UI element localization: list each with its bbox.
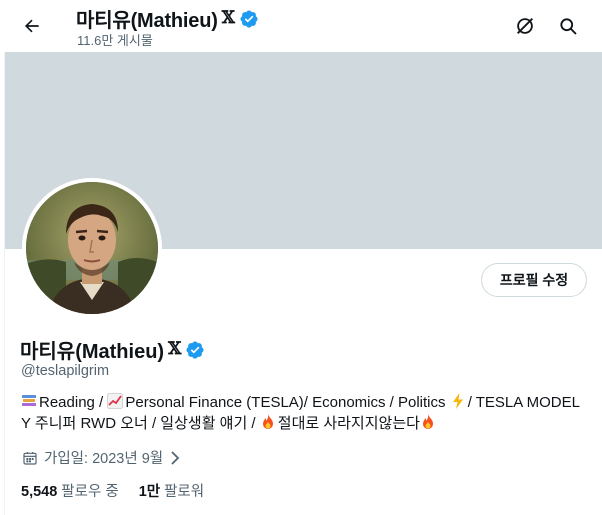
display-name: 마티유(Mathieu) xyxy=(20,341,165,363)
post-count: 11.6만 게시물 xyxy=(77,33,153,48)
books-emoji-icon xyxy=(22,395,36,406)
profile-name-row: 마티유(Mathieu) 𝕏 xyxy=(20,335,205,364)
chart-increasing-emoji-icon xyxy=(107,393,124,409)
joined-date[interactable]: 가입일: 2023년 9월 xyxy=(22,447,181,468)
profile-bio: Reading / Personal Finance (TESLA)/ Econ… xyxy=(21,392,581,434)
joined-label: 가입일: 2023년 9월 xyxy=(44,451,164,467)
x-logo-badge: 𝕏 xyxy=(168,339,182,359)
header-title: 마티유(Mathieu) 𝕏 xyxy=(76,4,259,33)
grok-button[interactable] xyxy=(507,8,543,44)
header-name: 마티유(Mathieu) xyxy=(76,10,218,32)
verified-badge-icon xyxy=(240,9,258,28)
calendar-icon xyxy=(23,451,37,465)
followers-link[interactable]: 1만 팔로워 xyxy=(139,480,204,501)
avatar-portrait-image xyxy=(26,182,158,314)
profile-header: 마티유(Mathieu) 𝕏 11.6만 게시물 xyxy=(0,0,602,52)
bio-part1: Reading / xyxy=(39,394,108,411)
following-label: 팔로우 중 xyxy=(61,484,119,500)
chevron-right-icon xyxy=(171,450,180,465)
search-button[interactable] xyxy=(550,8,586,44)
follow-stats: 5,548 팔로우 중 1만 팔로워 xyxy=(21,480,204,501)
fire-emoji-icon xyxy=(422,414,433,429)
bio-part2: Personal Finance (TESLA)/ Economics / Po… xyxy=(125,394,450,411)
following-link[interactable]: 5,548 팔로우 중 xyxy=(21,480,119,501)
verified-badge-icon[interactable] xyxy=(185,340,205,360)
back-button[interactable] xyxy=(14,8,50,44)
profile-handle: @teslapilgrim xyxy=(21,363,110,379)
search-icon xyxy=(560,18,577,35)
grok-icon xyxy=(517,18,533,34)
following-count: 5,548 xyxy=(21,484,58,500)
x-logo-badge: 𝕏 xyxy=(221,8,235,28)
fire-emoji-icon xyxy=(262,414,273,429)
followers-label: 팔로워 xyxy=(164,484,205,500)
bio-part4: 절대로 사라지지않는다 xyxy=(277,415,420,432)
avatar[interactable] xyxy=(22,178,162,318)
followers-count: 1만 xyxy=(138,484,161,500)
edit-profile-button[interactable]: 프로필 수정 xyxy=(481,263,587,297)
lightning-emoji-icon xyxy=(452,393,463,409)
arrow-left-icon xyxy=(24,19,39,33)
